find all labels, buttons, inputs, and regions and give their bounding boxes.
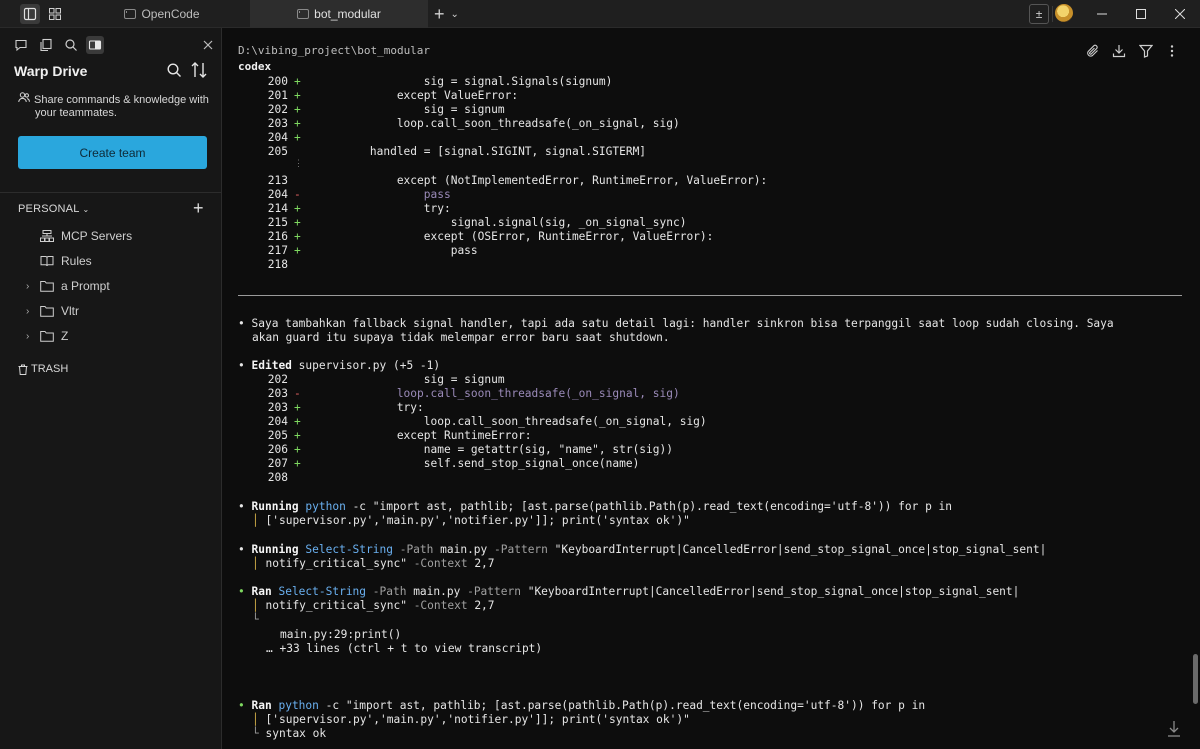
ran-command[interactable]: • Ran python -c "import ast, pathlib; [a…	[238, 699, 925, 713]
tab-bot-modular[interactable]: bot_modular	[250, 0, 428, 28]
minimize-icon	[1097, 13, 1107, 15]
warp-drive-icon	[88, 40, 102, 50]
sidebar-title: Warp Drive	[14, 63, 88, 79]
assistant-message: • Saya tambahkan fallback signal handler…	[238, 317, 1114, 330]
chevron-right-icon[interactable]: ›	[26, 306, 40, 317]
terminal-scrollbar[interactable]	[1193, 654, 1198, 704]
sidebar-item-label: a Prompt	[61, 279, 110, 293]
ran-command[interactable]: • Ran Select-String -Path main.py -Patte…	[238, 585, 1019, 599]
sidebar-item-vltr[interactable]: › Vltr	[26, 302, 79, 320]
sidebar-item-label: MCP Servers	[61, 229, 133, 243]
add-personal-item-button[interactable]: +	[193, 198, 204, 219]
search-icon[interactable]	[166, 62, 182, 78]
session-name: codex	[238, 60, 272, 73]
grid-icon	[49, 8, 61, 20]
people-icon	[18, 92, 30, 107]
tab-label: OpenCode	[141, 7, 200, 21]
running-command[interactable]: • Running Select-String -Path main.py -P…	[238, 543, 1046, 557]
copy-icon	[40, 38, 52, 52]
personal-section-toggle[interactable]: PERSONAL ⌄	[18, 203, 89, 215]
command-output: └ syntax ok	[252, 727, 327, 740]
folder-icon	[40, 305, 54, 317]
close-sidebar-button[interactable]	[199, 36, 217, 54]
edited-stats: (+5 -1)	[392, 359, 441, 372]
search-icon	[65, 39, 77, 51]
share-icon: ±	[1035, 7, 1043, 21]
share-hint-line1: Share commands & knowledge with	[34, 94, 209, 106]
collapsed-lines-marker[interactable]: ⋮	[294, 159, 303, 169]
attach-icon[interactable]	[1086, 44, 1100, 58]
sidebar-item-label: Z	[61, 329, 69, 343]
terminal-pane[interactable]: D:\vibing_project\bot_modular codex 200 +…	[223, 28, 1200, 749]
titlebar-divider	[1052, 6, 1053, 22]
close-window-button[interactable]	[1157, 0, 1200, 28]
download-icon[interactable]	[1112, 44, 1126, 58]
files-button[interactable]	[37, 36, 55, 54]
edited-header: • Edited supervisor.py (+5 -1)	[238, 359, 441, 372]
mcp-servers-icon	[40, 230, 54, 242]
sidebar-item-rules[interactable]: Rules	[26, 252, 92, 270]
running-command-cont: │ notify_critical_sync" -Context 2,7	[252, 557, 495, 570]
chevron-down-icon: ⌄	[450, 8, 459, 20]
warp-drive-button[interactable]	[86, 36, 104, 54]
share-hint: Share commands & knowledge with your tea…	[18, 92, 218, 120]
global-search-button[interactable]	[62, 36, 80, 54]
tab-label: bot_modular	[314, 7, 381, 21]
create-team-button[interactable]: Create team	[18, 136, 207, 169]
assistant-message-cont: akan guard itu supaya tidak melempar err…	[252, 331, 670, 344]
chat-icon	[15, 39, 27, 52]
share-session-button[interactable]: ±	[1029, 4, 1049, 24]
conversations-button[interactable]	[12, 36, 30, 54]
sidebar-item-a-prompt[interactable]: › a Prompt	[26, 277, 110, 295]
ran-command-cont: │ notify_critical_sync" -Context 2,7	[252, 599, 495, 612]
sort-icon[interactable]	[191, 61, 207, 79]
sidebar-divider	[0, 192, 222, 193]
share-hint-line2: your teammates.	[35, 107, 117, 119]
running-command-cont: │ ['supervisor.py','main.py','notifier.p…	[252, 514, 690, 527]
truncated-output-hint[interactable]: … +33 lines (ctrl + t to view transcript…	[266, 642, 542, 656]
ran-command-cont: │ ['supervisor.py','main.py','notifier.p…	[252, 713, 690, 726]
plus-icon: +	[434, 3, 445, 24]
sidebar-item-label: Vltr	[61, 304, 79, 318]
edited-file: supervisor.py	[298, 359, 387, 372]
sidebar-icon	[23, 7, 37, 21]
chevron-right-icon[interactable]: ›	[26, 281, 40, 292]
maximize-icon	[1136, 9, 1146, 19]
personal-section-label: PERSONAL	[18, 203, 80, 215]
running-command[interactable]: • Running python -c "import ast, pathlib…	[238, 500, 952, 514]
book-icon	[40, 255, 54, 267]
folder-icon	[40, 330, 54, 342]
command-output: main.py:29:print()	[280, 628, 402, 641]
chevron-right-icon[interactable]: ›	[26, 331, 40, 342]
toggle-sidebar-button[interactable]	[20, 4, 40, 24]
trash-button[interactable]: TRASH	[18, 363, 68, 375]
tab-opencode[interactable]: OpenCode	[76, 0, 248, 28]
tab-grid-button[interactable]	[45, 4, 65, 24]
filter-icon[interactable]	[1139, 44, 1153, 58]
working-directory: D:\vibing_project\bot_modular	[238, 44, 431, 57]
terminal-output: 200 + sig = signal.Signals(signum) 201 + e…	[223, 75, 1183, 749]
new-tab-button[interactable]: + ⌄	[434, 4, 468, 24]
sidebar-item-z[interactable]: › Z	[26, 327, 68, 345]
avatar[interactable]	[1055, 4, 1073, 22]
title-bar: OpenCode bot_modular + ⌄ ±	[0, 0, 1200, 28]
close-icon	[1175, 9, 1185, 19]
scroll-to-bottom-icon[interactable]	[1167, 720, 1181, 738]
terminal-tab-icon	[297, 9, 310, 19]
sidebar-item-mcp-servers[interactable]: MCP Servers	[26, 227, 132, 245]
folder-icon	[40, 280, 54, 292]
chevron-down-icon: ⌄	[82, 205, 90, 214]
warp-drive-sidebar: Warp Drive Share commands & knowledge wi…	[0, 28, 222, 749]
trash-icon	[18, 364, 28, 375]
terminal-tab-icon	[124, 9, 137, 19]
sidebar-item-label: Rules	[61, 254, 92, 268]
trash-label: TRASH	[31, 363, 69, 375]
close-icon	[203, 40, 213, 50]
block-divider	[238, 295, 1182, 296]
more-options-icon[interactable]	[1165, 44, 1179, 58]
output-tree-marker: └	[252, 613, 259, 626]
